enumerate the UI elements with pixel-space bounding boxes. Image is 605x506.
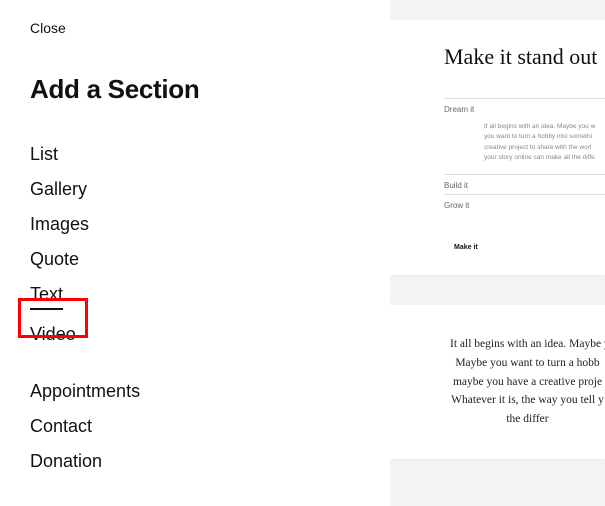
- preview-title: Make it stand out: [444, 44, 605, 70]
- category-appointments[interactable]: Appointments: [30, 374, 140, 409]
- category-list: List Gallery Images Quote Text Video App…: [30, 137, 360, 479]
- category-quote[interactable]: Quote: [30, 242, 79, 277]
- category-list[interactable]: List: [30, 137, 58, 172]
- accordion-body: It all begins with an idea. Maybe you w …: [444, 118, 605, 174]
- accordion-header-grow: Grow it: [444, 194, 605, 214]
- preview-card-accordion[interactable]: Make it stand out Dream it It all begins…: [390, 20, 605, 275]
- section-picker-panel: Close Add a Section List Gallery Images …: [0, 0, 390, 506]
- preview-body-text: It all begins with an idea. Maybe y Mayb…: [450, 335, 605, 430]
- category-contact[interactable]: Contact: [30, 409, 92, 444]
- close-button[interactable]: Close: [30, 18, 66, 38]
- category-gallery[interactable]: Gallery: [30, 172, 87, 207]
- category-text[interactable]: Text: [30, 277, 63, 317]
- category-images[interactable]: Images: [30, 207, 89, 242]
- preview-column: Make it stand out Dream it It all begins…: [390, 0, 605, 506]
- accordion-header-dream: Dream it: [444, 98, 605, 118]
- category-video[interactable]: Video: [30, 317, 76, 352]
- category-donation[interactable]: Donation: [30, 444, 102, 479]
- accordion-header-build: Build it: [444, 174, 605, 194]
- preview-button: Make it: [454, 244, 605, 251]
- panel-title: Add a Section: [30, 74, 360, 105]
- preview-card-text[interactable]: It all begins with an idea. Maybe y Mayb…: [390, 305, 605, 460]
